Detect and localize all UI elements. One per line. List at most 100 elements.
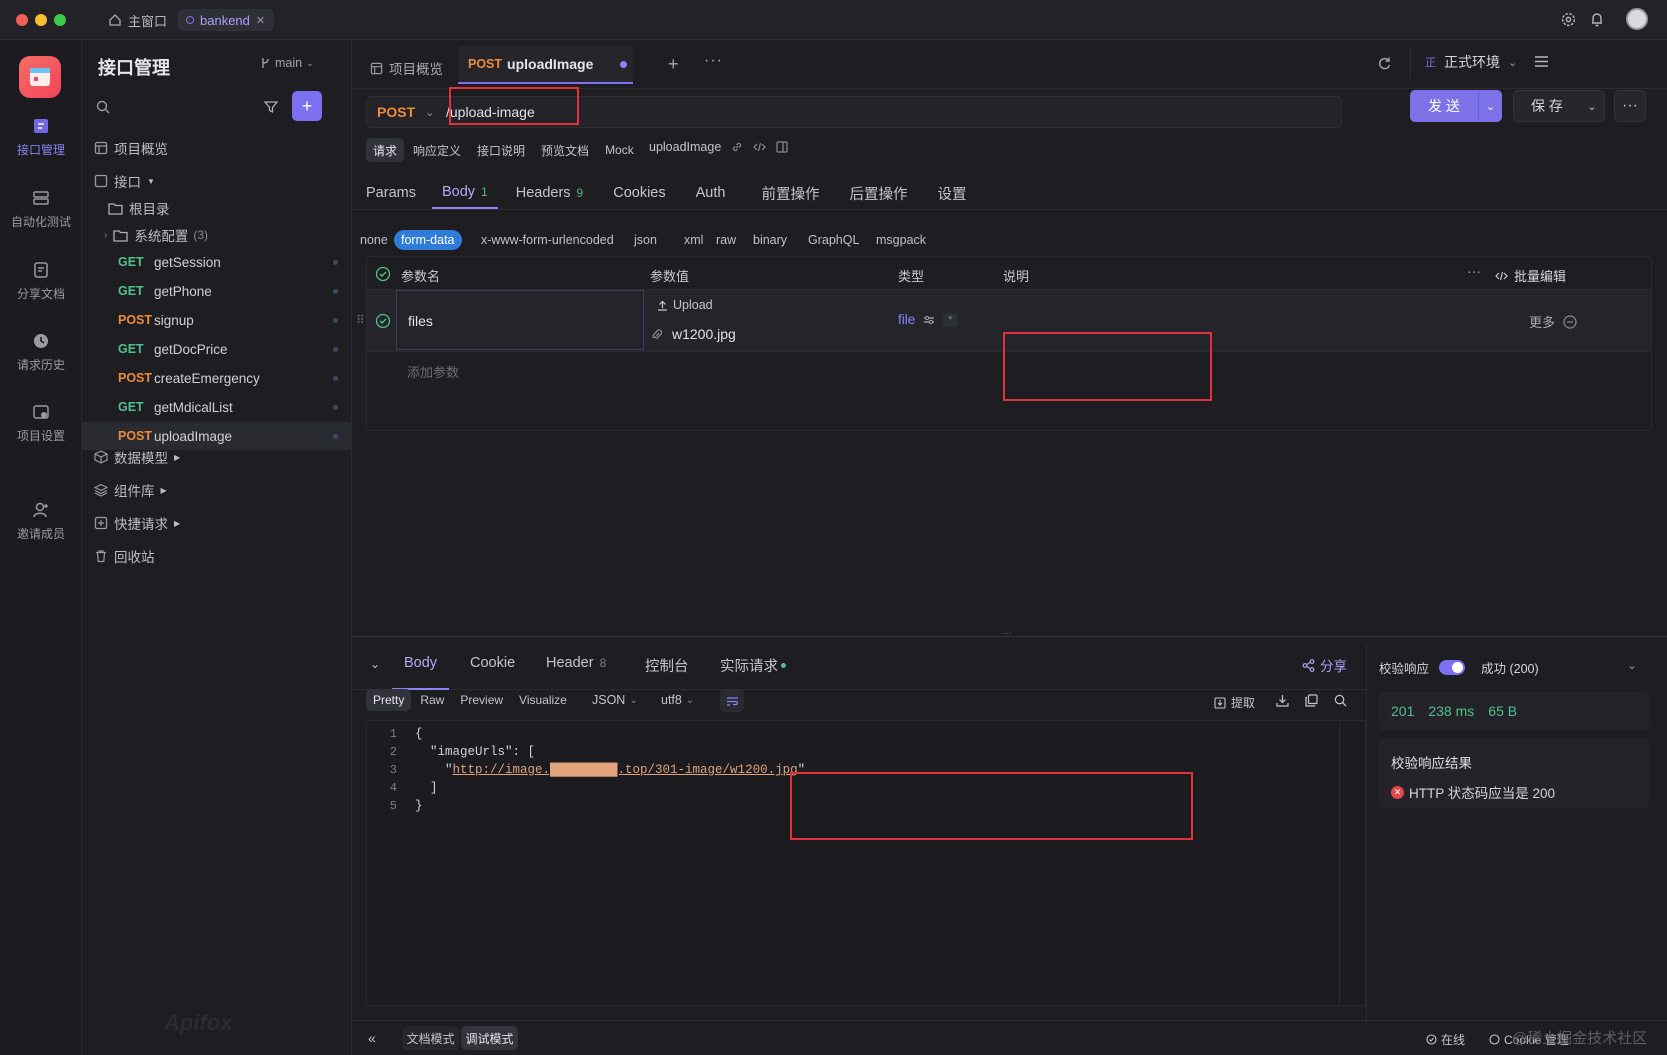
code-scrollbar[interactable]	[1339, 721, 1351, 1005]
sidebar-item-interfaces[interactable]: 接口 ▼	[82, 167, 352, 195]
sidebar-item-data-model[interactable]: 数据模型 ▶	[82, 443, 352, 471]
project-window-tab[interactable]: bankend ✕	[178, 9, 274, 31]
view-mode-option[interactable]: Raw	[413, 689, 451, 711]
collapse-sidebar-icon[interactable]: «	[368, 1030, 376, 1046]
sidebar-item-components[interactable]: 组件库 ▶	[82, 476, 352, 504]
notification-bell-icon[interactable]	[1589, 11, 1605, 28]
rail-item-invite-member[interactable]: 邀请成员	[0, 500, 82, 542]
subtab-item[interactable]: Mock	[598, 138, 641, 162]
collapse-response-icon[interactable]: ⌄	[370, 657, 380, 671]
rail-item-history[interactable]: 请求历史	[0, 331, 82, 373]
share-button[interactable]: 分享	[1302, 655, 1347, 675]
minimize-window-button[interactable]	[35, 14, 47, 26]
close-window-button[interactable]	[16, 14, 28, 26]
subtab-item[interactable]: 预览文档	[534, 138, 596, 162]
new-tab-button[interactable]: +	[668, 54, 679, 75]
body-type-option[interactable]: raw	[709, 230, 743, 250]
body-type-option[interactable]: GraphQL	[801, 230, 866, 250]
send-dropdown-button[interactable]: ⌄	[1478, 90, 1502, 122]
body-type-option[interactable]: form-data	[394, 230, 462, 250]
sidebar-api-item[interactable]: POST createEmergency	[82, 364, 352, 392]
tab-post-operations[interactable]: 后置操作	[839, 183, 917, 204]
download-icon[interactable]	[1276, 694, 1289, 707]
send-button[interactable]: 发 送	[1410, 90, 1478, 122]
encoding-selector[interactable]: utf8 ⌄	[661, 693, 694, 707]
image-url-link[interactable]: http://image.█████████.top/301-image/w12…	[453, 763, 798, 777]
validate-toggle[interactable]	[1439, 660, 1466, 675]
expand-validation-icon[interactable]: ⌄	[1627, 658, 1637, 672]
upload-button[interactable]: Upload	[657, 298, 713, 312]
sidebar-item-root[interactable]: 根目录	[82, 194, 352, 222]
response-code-viewer[interactable]: 1 {2 "imageUrls": [3 "http://image.██████…	[366, 720, 1366, 1006]
settings-icon[interactable]	[1560, 11, 1577, 28]
required-asterisk-icon[interactable]: *	[943, 312, 958, 327]
sidebar-item-quick-request[interactable]: 快捷请求 ▶	[82, 509, 352, 537]
save-button[interactable]: 保 存	[1514, 91, 1580, 121]
body-type-option[interactable]: json	[627, 230, 664, 250]
more-tabs-button[interactable]: ···	[704, 52, 723, 70]
rail-item-api-management[interactable]: 接口管理	[0, 116, 82, 158]
body-type-option[interactable]: none	[353, 230, 395, 250]
tab-auth[interactable]: Auth	[686, 185, 736, 201]
tab-overview[interactable]: 项目概览	[370, 58, 443, 78]
more-actions-button[interactable]: ···	[1614, 90, 1646, 122]
search-response-icon[interactable]	[1334, 694, 1347, 707]
debug-mode-button[interactable]: 调试模式	[461, 1026, 518, 1050]
row-check-icon[interactable]	[375, 313, 391, 329]
format-selector[interactable]: JSON ⌄	[592, 693, 638, 707]
doc-mode-button[interactable]: 文档模式	[402, 1026, 459, 1050]
add-api-button[interactable]: +	[292, 91, 322, 121]
body-type-option[interactable]: xml	[677, 230, 710, 250]
menu-icon[interactable]	[1534, 55, 1549, 68]
home-window-tab[interactable]: 主窗口	[100, 9, 175, 31]
sidebar-api-item[interactable]: GET getPhone	[82, 277, 352, 305]
save-dropdown-button[interactable]: ⌄	[1580, 91, 1604, 121]
type-selector[interactable]: file *	[898, 312, 958, 327]
row-more-button[interactable]: 更多	[1529, 312, 1577, 331]
view-mode-option[interactable]: Preview	[453, 689, 510, 711]
sidebar-api-item[interactable]: POST signup	[82, 306, 352, 334]
sidebar-api-item[interactable]: GET getDocPrice	[82, 335, 352, 363]
toggle-settings-icon[interactable]	[923, 315, 935, 325]
close-tab-icon[interactable]: ✕	[256, 14, 265, 27]
response-tab-actual-request[interactable]: 实际请求	[720, 655, 786, 676]
response-tab-cookie[interactable]: Cookie	[470, 655, 515, 671]
splitter-handle-icon[interactable]: ···	[1002, 628, 1012, 639]
tab-headers[interactable]: Headers 9	[506, 185, 594, 201]
refresh-icon[interactable]	[1377, 56, 1392, 71]
wrap-lines-button[interactable]	[720, 690, 744, 712]
user-avatar[interactable]	[1626, 8, 1648, 30]
param-name-field[interactable]: files	[396, 290, 644, 350]
method-selector[interactable]: POST ⌄	[367, 97, 435, 127]
uploaded-file[interactable]: w1200.jpg	[651, 326, 736, 342]
extract-button[interactable]: 提取	[1214, 694, 1255, 711]
sidebar-api-item[interactable]: GET getSession	[82, 248, 352, 276]
tab-cookies[interactable]: Cookies	[603, 185, 675, 201]
column-more-icon[interactable]: ···	[1467, 263, 1481, 279]
tab-body[interactable]: Body 1	[431, 177, 498, 209]
online-status[interactable]: 在线	[1426, 1031, 1465, 1048]
subtab-item[interactable]: 接口说明	[470, 138, 532, 162]
bulk-edit-button[interactable]: 批量编辑	[1495, 266, 1566, 285]
response-tab-header[interactable]: Header 8	[546, 655, 606, 671]
link-icon[interactable]	[731, 141, 743, 153]
check-all-icon[interactable]	[375, 266, 391, 282]
remove-row-icon[interactable]	[1563, 314, 1577, 329]
subtab-item[interactable]: 响应定义	[406, 138, 468, 162]
tab-params[interactable]: Params	[356, 185, 426, 201]
body-type-option[interactable]: msgpack	[869, 230, 933, 250]
search-input[interactable]	[118, 99, 268, 115]
drag-handle-icon[interactable]: ⠿	[356, 313, 365, 327]
tab-settings[interactable]: 设置	[927, 183, 976, 204]
subtab-item[interactable]: 请求	[366, 138, 405, 162]
panel-icon[interactable]	[776, 141, 788, 153]
environment-selector[interactable]: 正 正式环境 ⌄	[1410, 46, 1528, 78]
body-type-option[interactable]: binary	[746, 230, 794, 250]
copy-icon[interactable]	[1305, 694, 1318, 707]
branch-selector[interactable]: main ⌄	[260, 56, 314, 70]
sidebar-api-item[interactable]: GET getMdicalList	[82, 393, 352, 421]
tab-upload-image[interactable]: POST uploadImage	[458, 46, 633, 84]
sidebar-item-overview[interactable]: 项目概览	[82, 134, 352, 162]
rail-item-automation-test[interactable]: 自动化测试	[0, 188, 82, 230]
sidebar-search[interactable]	[96, 94, 276, 120]
